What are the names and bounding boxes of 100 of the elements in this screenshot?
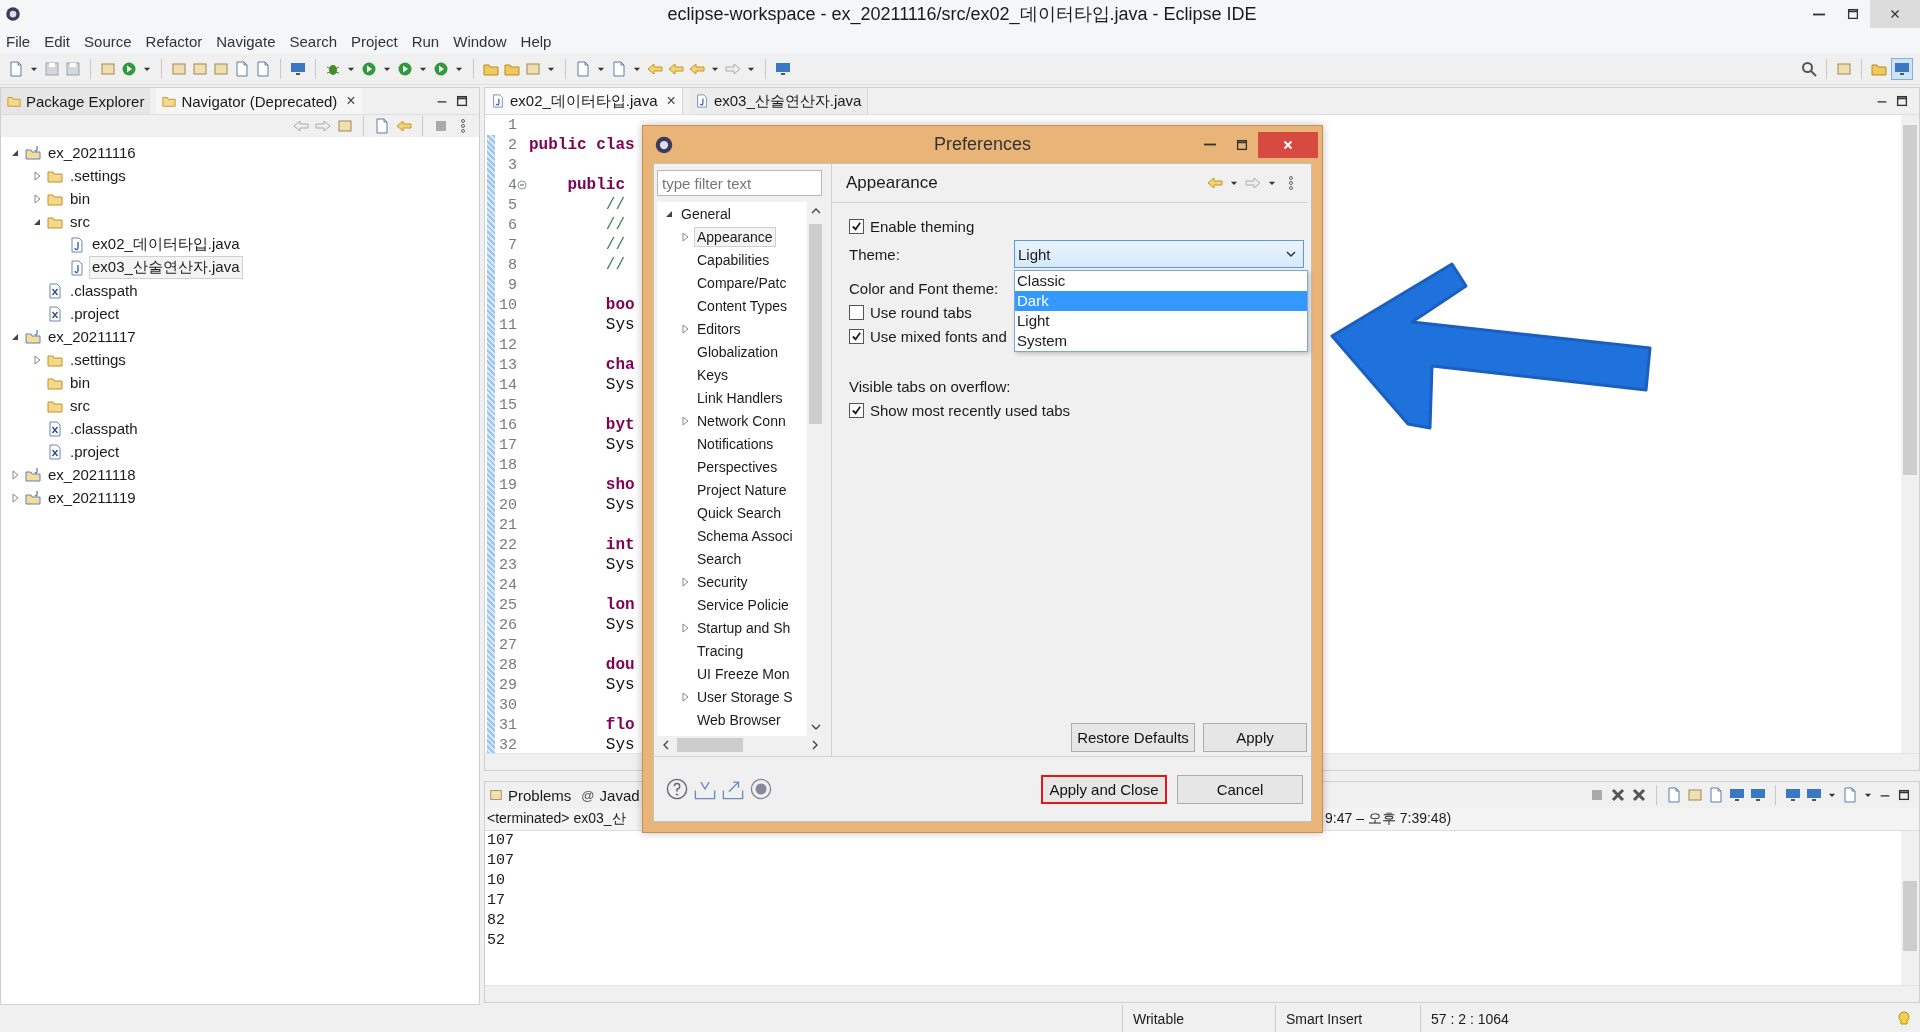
- expand-arrow-icon[interactable]: [9, 491, 21, 504]
- box-icon[interactable]: [1687, 787, 1703, 803]
- close-button[interactable]: [1258, 131, 1318, 158]
- tree-item[interactable]: .classpath: [67, 418, 141, 439]
- document-icon[interactable]: [1842, 787, 1858, 803]
- menu-item[interactable]: File: [6, 32, 31, 50]
- back-arrow-icon[interactable]: [293, 118, 309, 134]
- back-arrow-icon[interactable]: [668, 61, 684, 77]
- perspective-icon[interactable]: [1892, 59, 1912, 79]
- scrollbar-thumb[interactable]: [809, 224, 822, 424]
- back-arrow-icon[interactable]: [689, 61, 705, 77]
- filter-icon[interactable]: [433, 118, 449, 134]
- back-arrow-icon[interactable]: [647, 61, 663, 77]
- tree-item[interactable]: Tracing: [694, 640, 747, 661]
- export-icon[interactable]: [722, 778, 744, 800]
- document-icon[interactable]: [1708, 787, 1724, 803]
- console-tab[interactable]: Problems: [489, 786, 572, 804]
- menu-item[interactable]: Source: [84, 32, 132, 50]
- expand-arrow-icon[interactable]: [679, 690, 691, 703]
- maximize-icon[interactable]: [1895, 94, 1909, 108]
- lightbulb-icon[interactable]: [1896, 1010, 1912, 1027]
- dropdown-option[interactable]: System: [1015, 331, 1307, 351]
- document-icon[interactable]: [234, 61, 250, 77]
- remove-icon[interactable]: [1631, 787, 1647, 803]
- tree-item[interactable]: Security: [694, 571, 751, 592]
- menu-item[interactable]: Project: [351, 32, 398, 50]
- tree-item[interactable]: Appearance: [694, 226, 776, 247]
- document-icon[interactable]: [1666, 787, 1682, 803]
- expand-arrow-icon[interactable]: [679, 414, 691, 427]
- scrollbar-thumb[interactable]: [1903, 881, 1917, 951]
- expand-arrow-icon[interactable]: [9, 468, 21, 481]
- play-icon[interactable]: [121, 61, 137, 77]
- tree-item[interactable]: src: [67, 211, 93, 232]
- tree-item[interactable]: Capabilities: [694, 249, 773, 270]
- vertical-scrollbar[interactable]: [1901, 115, 1919, 753]
- box-icon[interactable]: [100, 61, 116, 77]
- tree-item[interactable]: .project: [67, 441, 123, 462]
- expand-arrow-icon[interactable]: [31, 353, 43, 366]
- tree-item[interactable]: Web Browser: [694, 709, 784, 730]
- folder-icon[interactable]: [504, 61, 520, 77]
- panel-tab[interactable]: Package Explorer: [1, 88, 151, 114]
- menu-item[interactable]: Navigate: [216, 32, 276, 50]
- checkbox[interactable]: [849, 304, 864, 320]
- monitor-icon[interactable]: [1750, 787, 1766, 803]
- dialog-button[interactable]: Apply: [1203, 723, 1307, 752]
- monitor-icon[interactable]: [775, 61, 791, 77]
- document-icon[interactable]: [255, 61, 271, 77]
- forward-arrow-icon[interactable]: [725, 61, 741, 77]
- play-icon[interactable]: [361, 61, 377, 77]
- tree-item[interactable]: General: [678, 203, 734, 224]
- expand-arrow-icon[interactable]: [31, 169, 43, 182]
- tree-item[interactable]: bin: [67, 372, 94, 393]
- tree-item[interactable]: ex_20211119: [45, 487, 139, 508]
- tree-item[interactable]: Quick Search: [694, 502, 785, 523]
- tree-item[interactable]: Compare/Patc: [694, 272, 790, 293]
- menu-item[interactable]: Search: [289, 32, 337, 50]
- menu-item[interactable]: Help: [520, 32, 552, 50]
- expand-arrow-icon[interactable]: [31, 192, 43, 205]
- filter-field[interactable]: type filter text: [657, 170, 822, 196]
- tree-item[interactable]: .settings: [67, 165, 129, 186]
- expand-arrow-icon[interactable]: [679, 230, 691, 243]
- dialog-button[interactable]: Cancel: [1177, 774, 1303, 804]
- tree-item[interactable]: Perspectives: [694, 456, 781, 477]
- dialog-button[interactable]: Restore Defaults: [1071, 723, 1195, 752]
- tree-item[interactable]: ex03_산술연산자.java: [89, 256, 243, 279]
- tree-item[interactable]: Editors: [694, 318, 744, 339]
- tree-item[interactable]: bin: [67, 188, 94, 209]
- monitor-icon[interactable]: [1785, 787, 1801, 803]
- fold-icon[interactable]: [517, 180, 527, 190]
- checkbox[interactable]: [849, 328, 864, 344]
- horizontal-scrollbar[interactable]: [657, 736, 824, 754]
- theme-dropdown[interactable]: Light: [1014, 240, 1304, 268]
- help-icon[interactable]: [666, 778, 688, 800]
- tree-item[interactable]: Network Conn: [694, 410, 789, 431]
- scrollbar-thumb[interactable]: [677, 738, 743, 752]
- dropdown-option[interactable]: Classic: [1015, 271, 1307, 291]
- document-icon[interactable]: [8, 61, 24, 77]
- vertical-scrollbar[interactable]: [1901, 831, 1919, 985]
- monitor-icon[interactable]: [290, 61, 306, 77]
- tree-item[interactable]: ex_20211117: [45, 326, 139, 347]
- horizontal-scrollbar[interactable]: [485, 985, 1919, 1002]
- checkbox[interactable]: [849, 218, 864, 234]
- box-icon[interactable]: [171, 61, 187, 77]
- play-icon[interactable]: [397, 61, 413, 77]
- maximize-icon[interactable]: [1897, 788, 1911, 802]
- editor-tab[interactable]: ex02_데이터타입.java ×: [485, 88, 683, 114]
- box-icon[interactable]: [213, 61, 229, 77]
- maximize-icon[interactable]: [455, 94, 469, 108]
- link-arrows-icon[interactable]: [396, 118, 412, 134]
- tree-item[interactable]: src: [67, 395, 93, 416]
- collapse-all-icon[interactable]: [374, 118, 390, 134]
- tree-item[interactable]: Notifications: [694, 433, 777, 454]
- dialog-button[interactable]: Apply and Close: [1041, 774, 1167, 804]
- editor-tab[interactable]: ex03_산술연산자.java: [688, 88, 869, 114]
- box-icon[interactable]: [337, 118, 353, 134]
- tree-item[interactable]: Startup and Sh: [694, 617, 794, 638]
- menu-item[interactable]: Refactor: [145, 32, 203, 50]
- search-icon[interactable]: [1801, 61, 1817, 77]
- play-icon[interactable]: [433, 61, 449, 77]
- dropdown-option[interactable]: Light: [1015, 311, 1307, 331]
